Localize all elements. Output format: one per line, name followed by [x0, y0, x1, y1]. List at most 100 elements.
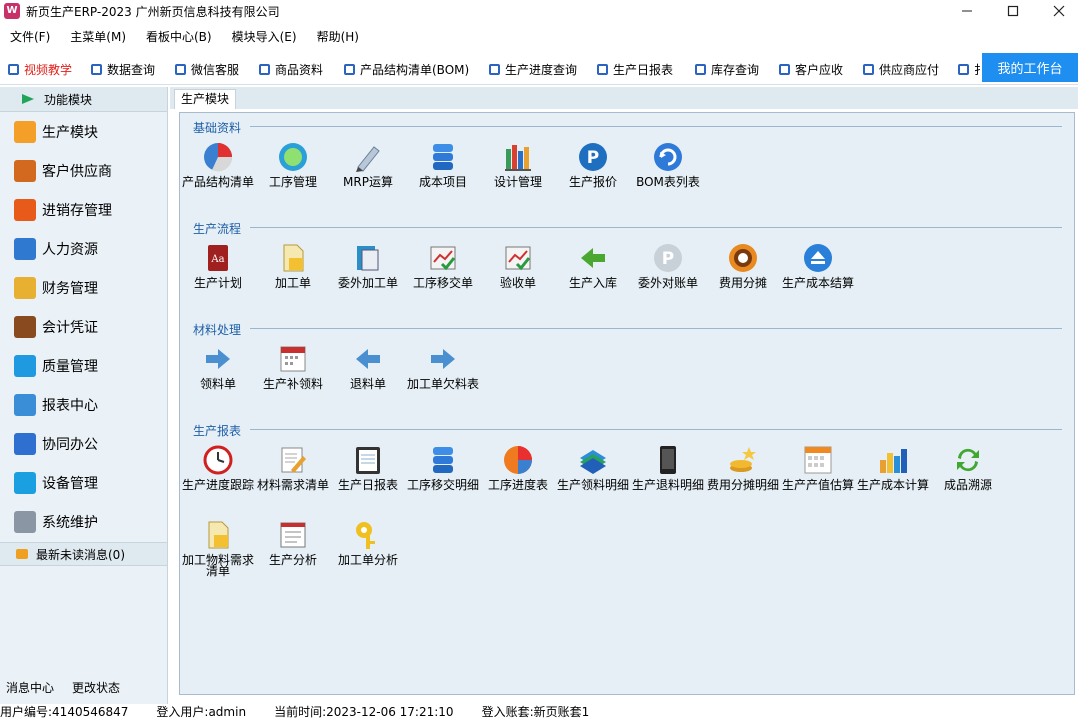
quick-item[interactable]: 商品资料 — [259, 61, 323, 78]
sidebar-item[interactable]: 生产模块 — [0, 112, 167, 151]
module-tile[interactable]: 生产入库 — [556, 242, 630, 289]
quick-item[interactable]: 微信客服 — [175, 61, 239, 78]
module-tile[interactable]: 验收单 — [481, 242, 555, 289]
sidebar-header-label: 功能模块 — [44, 92, 93, 107]
function-sidebar: 功能模块 生产模块客户供应商 进销存管理 人力资源 财务管理 会计凭证 质量管理报表中心协… — [0, 87, 168, 704]
module-tile[interactable]: 委外加工单 — [331, 242, 405, 289]
maximize-button[interactable] — [990, 0, 1036, 22]
module-tile[interactable]: 工序管理 — [256, 141, 330, 188]
books-icon — [502, 141, 534, 173]
module-tile[interactable]: 工序移交单 — [406, 242, 480, 289]
sidebar-item[interactable]: 协同办公 — [0, 424, 167, 463]
tab-production-module[interactable]: 生产模块 — [174, 89, 237, 109]
quick-item[interactable]: 客户应收 — [779, 61, 843, 78]
quick-item[interactable]: 视频教学 — [8, 61, 72, 78]
sidebar-item-label: 报表中心 — [42, 397, 98, 414]
section-title: 材料处理 — [193, 323, 242, 337]
change-status-link[interactable]: 更改状态 — [72, 679, 120, 696]
module-tile[interactable]: Aa 生产计划 — [181, 242, 255, 289]
module-tile[interactable]: 加工单 — [256, 242, 330, 289]
module-tile[interactable]: 生产日报表 — [331, 444, 405, 491]
module-tile[interactable]: P 生产报价 — [556, 141, 630, 188]
module-tile[interactable]: 加工单欠料表 — [406, 343, 480, 390]
quick-toolbar: 视频教学 数据查询 微信客服 商品资料 产品结构清单(BOM) 生产进度查询 生产日报表 库存… — [0, 53, 1078, 85]
module-tile[interactable]: BOM表列表 — [631, 141, 705, 188]
sidebar-item[interactable]: 报表中心 — [0, 385, 167, 424]
sidebar-item[interactable]: 客户供应商 — [0, 151, 167, 190]
module-tile[interactable]: 设计管理 — [481, 141, 555, 188]
sidebar-header[interactable]: 功能模块 — [0, 87, 167, 112]
module-tile[interactable]: 退料单 — [331, 343, 405, 390]
sidebar-item[interactable]: 人力资源 — [0, 229, 167, 268]
menu-item[interactable]: 模块导入(E) — [222, 26, 307, 48]
module-tile-label: 费用分摊明细 — [706, 478, 779, 492]
section-divider — [250, 328, 1062, 329]
menu-item[interactable]: 看板中心(B) — [136, 26, 222, 48]
module-tile[interactable]: 加工物料需求清单 — [181, 519, 255, 577]
sidebar-item-label: 设备管理 — [42, 475, 98, 492]
checkbox-icon — [344, 64, 355, 75]
checkbox-icon — [175, 64, 186, 75]
module-tile-label: 生产日报表 — [337, 478, 398, 492]
device-icon — [14, 471, 36, 494]
quick-item[interactable]: 库存查询 — [695, 61, 759, 78]
sidebar-item[interactable]: 设备管理 — [0, 463, 167, 502]
menu-item[interactable]: 文件(F) — [0, 26, 60, 48]
quick-item-label: 客户应收 — [795, 63, 844, 77]
module-tile[interactable]: 生产成本结算 — [781, 242, 855, 289]
module-tile[interactable]: 生产分析 — [256, 519, 330, 566]
recycle-icon — [952, 444, 984, 476]
module-tile[interactable]: 工序移交明细 — [406, 444, 480, 491]
menu-item[interactable]: 主菜单(M) — [60, 26, 136, 48]
file-folder-icon — [277, 242, 309, 274]
quick-item[interactable]: 生产进度查询 — [489, 61, 577, 78]
module-tile[interactable]: P 委外对账单 — [631, 242, 705, 289]
module-tile[interactable]: 材料需求清单 — [256, 444, 330, 491]
green-ball-icon — [277, 141, 309, 173]
module-tile-label: 生产计划 — [193, 276, 242, 290]
module-tile[interactable]: 生产补领料 — [256, 343, 330, 390]
quick-item[interactable]: 数据查询 — [91, 61, 155, 78]
sidebar-item-label: 生产模块 — [42, 124, 98, 141]
module-tile[interactable]: 生产退料明细 — [631, 444, 705, 491]
module-tile[interactable]: 费用分摊 — [706, 242, 780, 289]
module-tile[interactable]: 生产成本计算 — [856, 444, 930, 491]
sidebar-item[interactable]: 进销存管理 — [0, 190, 167, 229]
sidebar-item[interactable]: 系统维护 — [0, 502, 167, 541]
donut-icon — [727, 242, 759, 274]
module-tile[interactable]: 生产产值估算 — [781, 444, 855, 491]
title-bar: W 新页生产ERP-2023 广州新页信息科技有限公司 — [0, 0, 1078, 22]
module-tile[interactable]: 产品结构清单 — [181, 141, 255, 188]
quick-item[interactable]: 生产日报表 — [597, 61, 673, 78]
module-tile[interactable]: 成品溯源 — [931, 444, 1005, 491]
quick-item[interactable]: 产品结构清单(BOM) — [344, 61, 469, 78]
module-tile-label: 生产产值估算 — [781, 478, 854, 492]
module-tile[interactable]: 成本项目 — [406, 141, 480, 188]
module-tile-label: 工序移交明细 — [406, 478, 479, 492]
quick-item-label: 商品资料 — [275, 63, 324, 77]
quick-item[interactable]: 供应商应付 — [863, 61, 939, 78]
chart-check-icon — [502, 242, 534, 274]
checkbox-icon — [779, 64, 790, 75]
menu-item[interactable]: 帮助(H) — [307, 26, 369, 48]
my-workbench-button[interactable]: 我的工作台 — [982, 53, 1078, 82]
module-tile[interactable]: 领料单 — [181, 343, 255, 390]
status-user-id: 用户编号:4140546847 — [0, 705, 129, 719]
tab-strip: 生产模块 — [170, 87, 1078, 109]
message-center-link[interactable]: 消息中心 — [6, 679, 54, 696]
module-tile[interactable]: 生产进度跟踪 — [181, 444, 255, 491]
module-tile[interactable]: 工序进度表 — [481, 444, 555, 491]
sidebar-item[interactable]: 会计凭证 — [0, 307, 167, 346]
close-button[interactable] — [1036, 0, 1078, 22]
module-tile[interactable]: 费用分摊明细 — [706, 444, 780, 491]
module-tile-label: 材料需求清单 — [256, 478, 329, 492]
module-tile[interactable]: MRP运算 — [331, 141, 405, 188]
minimize-button[interactable] — [944, 0, 990, 22]
quick-item-label: 数据查询 — [107, 63, 156, 77]
module-tile[interactable]: 生产领料明细 — [556, 444, 630, 491]
sidebar-item[interactable]: 财务管理 — [0, 268, 167, 307]
unread-messages-bar[interactable]: 最新未读消息(0) — [0, 542, 167, 566]
sidebar-item[interactable]: 质量管理 — [0, 346, 167, 385]
module-tile[interactable]: 加工单分析 — [331, 519, 405, 566]
speaker-icon — [16, 549, 28, 559]
